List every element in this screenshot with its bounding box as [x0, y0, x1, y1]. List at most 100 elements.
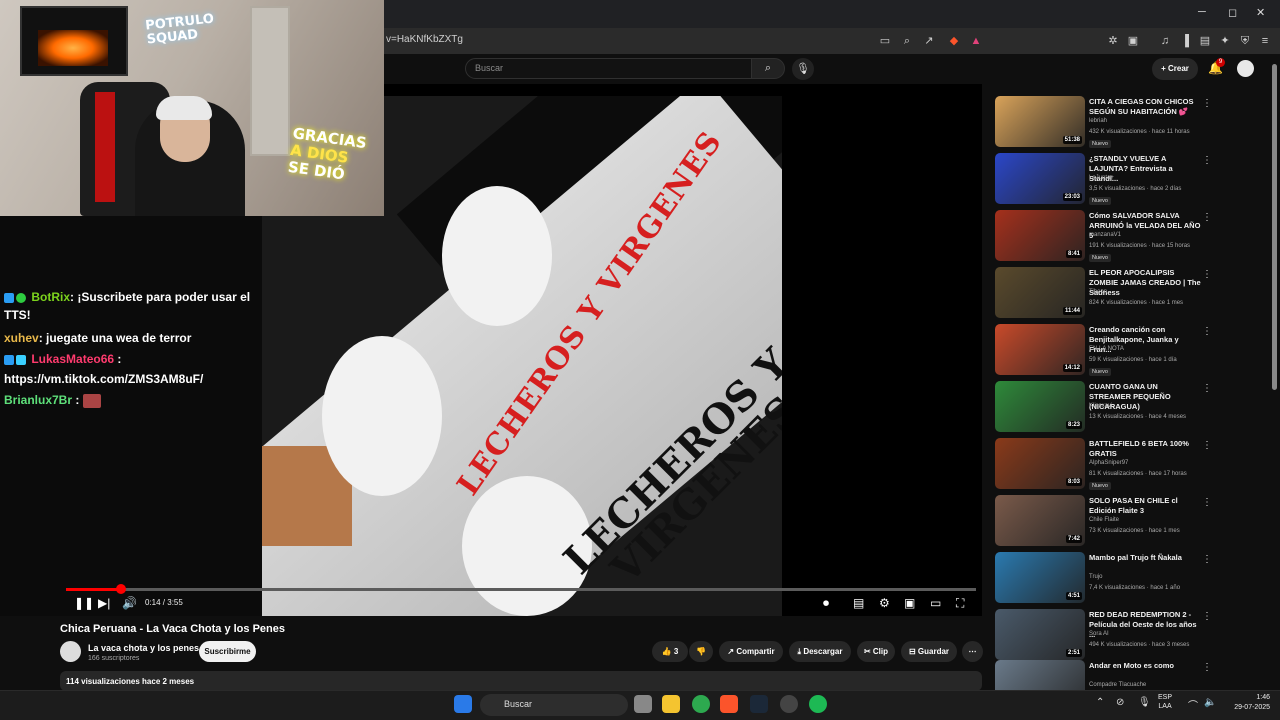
recommendation-channel[interactable]: Tibeon: [1089, 289, 1107, 295]
url-text[interactable]: v=HaKNfKbZXTg: [386, 34, 463, 45]
more-icon[interactable]: ⋮: [1202, 554, 1212, 565]
progress-scrubber[interactable]: [115, 584, 126, 594]
settings-icon[interactable]: ⚙: [879, 596, 890, 610]
recommendation-title[interactable]: Andar en Moto es como: [1089, 661, 1201, 671]
more-actions-button[interactable]: ⋯: [962, 641, 983, 662]
taskbar-search[interactable]: Buscar: [480, 694, 628, 716]
miniplayer-icon[interactable]: ▣: [904, 596, 915, 610]
progress-bar[interactable]: [66, 588, 976, 591]
more-icon[interactable]: ⋮: [1202, 212, 1212, 223]
video-thumbnail[interactable]: 11:44: [995, 267, 1085, 318]
cast-icon[interactable]: ▭: [878, 34, 892, 48]
menu-icon[interactable]: ≡: [1258, 34, 1272, 48]
video-thumbnail[interactable]: 7:42: [995, 495, 1085, 546]
recommendation-item[interactable]: 7:42 SOLO PASA EN CHILE cl Edición Flaite…: [995, 495, 1270, 549]
tray-chevron-icon[interactable]: ⌃: [1096, 697, 1104, 708]
brave-rewards-icon[interactable]: ▲: [969, 34, 983, 48]
search-input[interactable]: Buscar: [465, 58, 752, 79]
recommendation-channel[interactable]: AlphaSniper97: [1089, 460, 1128, 466]
recommendation-title[interactable]: BATTLEFIELD 6 BETA 100% GRATIS: [1089, 439, 1201, 459]
recommendation-item[interactable]: 51:38 CITA A CIEGAS CON CHICOS SEGÚN SU H…: [995, 96, 1270, 150]
recommendation-title[interactable]: SOLO PASA EN CHILE cl Edición Flaite 3: [1089, 496, 1201, 516]
network-icon[interactable]: ⊘: [1116, 697, 1124, 708]
channel-name[interactable]: La vaca chota y los penes: [88, 643, 199, 653]
mic-icon[interactable]: 🎙: [792, 58, 814, 80]
recommendation-channel[interactable]: EN LA NOTA: [1089, 346, 1124, 352]
theater-icon[interactable]: ▭: [930, 596, 941, 610]
more-icon[interactable]: ⋮: [1202, 497, 1212, 508]
recommendation-channel[interactable]: manzanaV1: [1089, 232, 1121, 238]
create-button[interactable]: + Crear: [1152, 58, 1198, 80]
recommendation-title[interactable]: CITA A CIEGAS CON CHICOS SEGÚN SU HABITA…: [1089, 97, 1201, 117]
like-button[interactable]: 👍 3: [652, 641, 688, 662]
video-thumbnail[interactable]: 8:03: [995, 438, 1085, 489]
recommendation-channel[interactable]: Sora AI: [1089, 631, 1109, 637]
task-view-icon[interactable]: [634, 695, 652, 713]
chrome-icon[interactable]: [692, 695, 710, 713]
recommendation-channel[interactable]: Chile Flaite: [1089, 517, 1119, 523]
brave-shield-icon[interactable]: ◆: [947, 34, 961, 48]
video-thumbnail[interactable]: 4:51: [995, 552, 1085, 603]
minimize-button[interactable]: ─: [1198, 6, 1206, 18]
more-icon[interactable]: ⋮: [1202, 98, 1212, 109]
channel-avatar[interactable]: [60, 641, 81, 662]
video-thumbnail[interactable]: 51:38: [995, 96, 1085, 147]
scrollbar[interactable]: [1272, 64, 1277, 390]
more-icon[interactable]: ⋮: [1202, 662, 1212, 673]
recommendation-item[interactable]: 8:41 Cómo SALVADOR SALVA ARRUINÓ la VELAD…: [995, 210, 1270, 264]
pause-icon[interactable]: ❚❚: [74, 596, 94, 610]
zoom-icon[interactable]: ⌕: [900, 34, 914, 48]
maximize-button[interactable]: ◻: [1228, 6, 1237, 19]
recommendation-item[interactable]: 2:51 RED DEAD REDEMPTION 2 - Película del…: [995, 609, 1270, 663]
share-button[interactable]: ↗ Compartir: [719, 641, 783, 662]
clock[interactable]: 1:46 29-07-2025: [1228, 693, 1270, 713]
description-box[interactable]: 114 visualizaciones hace 2 meses: [60, 671, 982, 691]
autoplay-toggle[interactable]: ⏺: [823, 596, 829, 611]
video-thumbnail[interactable]: 23:03: [995, 153, 1085, 204]
wallet-icon[interactable]: ▤: [1198, 34, 1212, 48]
recommendation-channel[interactable]: Trujo: [1089, 574, 1102, 580]
steam-icon[interactable]: [750, 695, 768, 713]
windows-start-icon[interactable]: [454, 695, 472, 713]
ai-icon[interactable]: ✦: [1218, 34, 1232, 48]
app-icon[interactable]: [780, 695, 798, 713]
more-icon[interactable]: ⋮: [1202, 440, 1212, 451]
share-icon[interactable]: ↗: [922, 34, 936, 48]
next-icon[interactable]: ▶|: [98, 596, 110, 610]
spotify-icon[interactable]: [809, 695, 827, 713]
recommendation-item[interactable]: 4:51 Mambo pal Trujo ft Ñakala Trujo 7,4 K …: [995, 552, 1270, 606]
language-indicator[interactable]: ESP LAA: [1158, 693, 1172, 711]
brave-icon[interactable]: [720, 695, 738, 713]
video-thumbnail[interactable]: 2:51: [995, 609, 1085, 660]
more-icon[interactable]: ⋮: [1202, 383, 1212, 394]
video-thumbnail[interactable]: [995, 660, 1085, 690]
screenshot-icon[interactable]: ▣: [1126, 34, 1140, 48]
recommendation-channel[interactable]: Compadre Tlacuache: [1089, 682, 1146, 688]
extensions-icon[interactable]: ✲: [1106, 34, 1120, 48]
search-button[interactable]: ⌕: [751, 58, 785, 79]
recommendation-item[interactable]: 23:03 ¿STANDLY VUELVE A LAJUNTA? Entrevis…: [995, 153, 1270, 207]
more-icon[interactable]: ⋮: [1202, 611, 1212, 622]
more-icon[interactable]: ⋮: [1202, 269, 1212, 280]
close-window-button[interactable]: ✕: [1256, 6, 1265, 19]
recommendation-item[interactable]: 8:23 CUANTO GANA UN STREAMER PEQUEÑO (NIC…: [995, 381, 1270, 435]
subtitles-icon[interactable]: ▤: [853, 596, 864, 610]
video-thumbnail[interactable]: 8:23: [995, 381, 1085, 432]
volume-icon[interactable]: 🔊: [122, 596, 137, 610]
music-icon[interactable]: ♫: [1158, 34, 1172, 48]
file-explorer-icon[interactable]: [662, 695, 680, 713]
avatar[interactable]: [1237, 60, 1254, 77]
recommendation-title[interactable]: Mambo pal Trujo ft Ñakala: [1089, 553, 1201, 563]
subscribe-button[interactable]: Suscribirme: [199, 641, 256, 662]
wifi-icon[interactable]: ⌒: [1188, 697, 1198, 712]
recommendation-channel[interactable]: Klissxavi: [1089, 403, 1112, 409]
recommendation-item[interactable]: Andar en Moto es comoCompadre Tlacuache3…: [995, 660, 1270, 690]
dislike-button[interactable]: 👎: [689, 641, 713, 662]
vpn-icon[interactable]: ⛨: [1238, 34, 1252, 48]
clip-button[interactable]: ✂ Clip: [857, 641, 895, 662]
recommendation-channel[interactable]: lebriah: [1089, 118, 1107, 124]
sidebar-icon[interactable]: ▐: [1178, 34, 1192, 48]
recommendation-channel[interactable]: LaJunta+: [1089, 175, 1114, 181]
more-icon[interactable]: ⋮: [1202, 155, 1212, 166]
recommendation-item[interactable]: 11:44 EL PEOR APOCALIPSIS ZOMBIE JAMAS CR…: [995, 267, 1270, 321]
